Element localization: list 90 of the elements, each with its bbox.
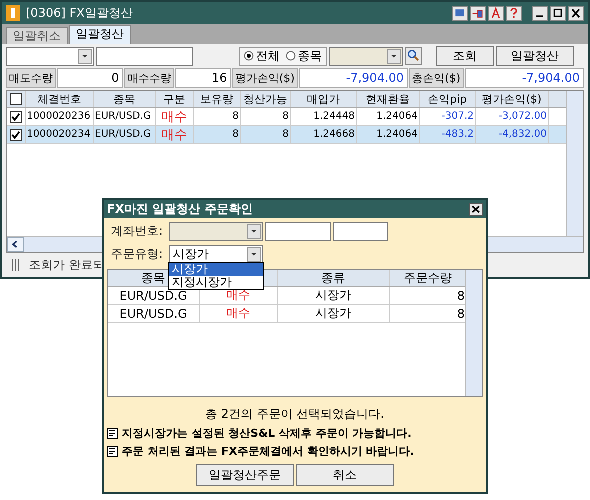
- table-cell: 매수: [156, 108, 194, 125]
- dialog-title: FX마진 일괄청산 주문확인: [107, 200, 253, 218]
- column-header[interactable]: 평가손익($): [476, 91, 549, 107]
- order-type-combo[interactable]: 시장가: [169, 244, 263, 264]
- summary-label: 평가손익($): [232, 68, 298, 88]
- note-text: 지정시장가는 설정된 청산S&L 삭제후 주문이 가능합니다.: [122, 426, 412, 441]
- column-header: 종류: [278, 270, 390, 286]
- column-header[interactable]: 체결번호: [26, 91, 94, 107]
- radio-icon[interactable]: [286, 51, 296, 61]
- summary-value: -7,904.00: [464, 68, 584, 88]
- table-cell: 1.24064: [357, 108, 420, 125]
- table-cell: 8: [194, 126, 241, 143]
- table-cell: 매수: [200, 305, 278, 322]
- summary-label: 매도수량: [6, 68, 56, 88]
- dropdown-option[interactable]: 시장가: [169, 263, 263, 276]
- summary-label: 총손익($): [409, 68, 464, 88]
- app-icon: [6, 5, 20, 21]
- selection-message: 총 2건의 주문이 선택되었습니다.: [204, 406, 386, 423]
- account-combo[interactable]: [6, 46, 94, 66]
- liquidate-all-button[interactable]: 일괄청산: [496, 46, 574, 66]
- table-cell: 매수: [200, 287, 278, 304]
- pin-icon[interactable]: [470, 6, 486, 20]
- table-cell: 1.24064: [357, 126, 420, 143]
- column-header[interactable]: 구분: [156, 91, 194, 107]
- column-header[interactable]: 보유량: [194, 91, 241, 107]
- tab[interactable]: 일괄취소: [6, 27, 68, 44]
- account-combo[interactable]: [169, 222, 263, 240]
- table-cell: EUR/USD.G: [108, 287, 200, 304]
- window-icon[interactable]: [452, 6, 468, 20]
- vertical-scrollbar[interactable]: [465, 270, 482, 396]
- query-button[interactable]: 조회: [436, 46, 494, 66]
- symbol-combo[interactable]: [329, 46, 403, 66]
- summary-value: 0: [57, 68, 124, 88]
- checkbox[interactable]: [10, 93, 22, 105]
- table-cell: 1.24668: [291, 126, 357, 143]
- note-icon: [107, 446, 118, 457]
- scroll-left-icon[interactable]: [7, 237, 24, 252]
- summary-label: 매수수량: [124, 68, 174, 88]
- column-header[interactable]: 손익pip: [420, 91, 476, 107]
- radio-option[interactable]: 전체: [244, 48, 280, 64]
- table-cell: -3,072.00: [476, 108, 549, 125]
- close-icon[interactable]: [469, 202, 483, 216]
- grip-icon: [12, 259, 21, 271]
- summary-value: -7,904.00: [298, 68, 408, 88]
- search-icon[interactable]: [405, 47, 422, 65]
- table-cell: -307.2: [420, 108, 476, 125]
- maximize-icon[interactable]: [550, 6, 566, 20]
- table-cell: 1000020236: [26, 108, 94, 125]
- help-icon[interactable]: [506, 6, 522, 20]
- table-cell: EUR/USD.G: [108, 305, 200, 322]
- note-text: 주문 처리된 결과는 FX주문체결에서 확인하시기 바랍니다.: [122, 444, 414, 459]
- cancel-button[interactable]: 취소: [296, 464, 394, 486]
- vertical-scrollbar[interactable]: [566, 91, 583, 236]
- column-header[interactable]: 현재환율: [357, 91, 420, 107]
- submit-order-button[interactable]: 일괄청산주문: [196, 464, 294, 486]
- table-row[interactable]: 1000020236 EUR/USD.G 매수 8 8 1.24448 1.24064 -307.2 -3,072.00: [7, 108, 566, 126]
- tab[interactable]: 일괄청산: [69, 25, 131, 44]
- checkbox[interactable]: [10, 110, 22, 122]
- table-cell: 시장가: [278, 305, 390, 322]
- radio-label: 전체: [256, 48, 280, 64]
- table-cell: EUR/USD.G: [94, 126, 156, 143]
- table-cell: -483.2: [420, 126, 476, 143]
- column-header[interactable]: 청산가능: [241, 91, 291, 107]
- minimize-icon[interactable]: [532, 6, 548, 20]
- table-cell: 8: [241, 126, 291, 143]
- radio-label: 종목: [298, 48, 322, 64]
- column-header[interactable]: 종목: [94, 91, 156, 107]
- table-cell: 1.24448: [291, 108, 357, 125]
- table-row[interactable]: 1000020234 EUR/USD.G 매수 8 8 1.24668 1.24064 -483.2 -4,832.00: [7, 126, 566, 144]
- radio-icon[interactable]: [244, 51, 254, 61]
- order-type-label: 주문유형:: [110, 246, 164, 262]
- password-field[interactable]: [333, 222, 388, 240]
- column-header[interactable]: 매입가: [291, 91, 357, 107]
- table-cell: 1000020234: [26, 126, 94, 143]
- table-cell: 시장가: [278, 287, 390, 304]
- font-icon[interactable]: [488, 6, 504, 20]
- radio-option[interactable]: 종목: [286, 48, 322, 64]
- close-icon[interactable]: [568, 6, 584, 20]
- table-cell: 매수: [156, 126, 194, 143]
- note-icon: [107, 428, 118, 439]
- table-cell: 8: [194, 108, 241, 125]
- window-title: [0306] FX일괄청산: [26, 4, 133, 22]
- account-name-field[interactable]: [96, 46, 193, 66]
- table-cell: -4,832.00: [476, 126, 549, 143]
- summary-value: 16: [175, 68, 232, 88]
- table-cell: EUR/USD.G: [94, 108, 156, 125]
- account-label: 계좌번호:: [110, 222, 164, 240]
- checkbox[interactable]: [10, 128, 22, 140]
- table-cell: 8: [241, 108, 291, 125]
- account-field[interactable]: [265, 222, 331, 240]
